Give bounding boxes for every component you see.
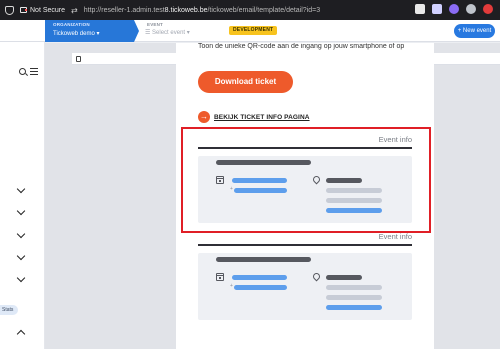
organization-label: ORGANIZATION — [53, 22, 90, 27]
security-label: Not Secure — [30, 6, 66, 14]
chevron-down-icon[interactable] — [16, 229, 26, 239]
security-indicator[interactable]: Not Secure — [20, 7, 65, 14]
shield-icon[interactable] — [5, 5, 14, 15]
browser-toolbar: Not Secure ⇄ http://reseller-1.admin.tes… — [0, 0, 500, 20]
chevron-down-icon[interactable] — [16, 273, 26, 283]
insecure-lock-icon — [20, 7, 27, 13]
extension-bar — [415, 4, 500, 14]
location-pin-icon — [311, 271, 322, 281]
download-ticket-button[interactable]: Download ticket — [198, 71, 293, 93]
url-prefix: http://reseller-1.admin.test — [83, 6, 165, 14]
organization-name: Tickoweb demo — [53, 31, 95, 37]
extension-icon[interactable] — [449, 4, 459, 14]
address-bar[interactable]: http://reseller-1.admin.test8.tickoweb.b… — [84, 7, 320, 14]
chevron-down-icon: ▾ — [186, 30, 190, 36]
arrow-right-icon: → — [198, 111, 210, 123]
event-info-card[interactable]: Event info + — [198, 232, 412, 320]
book-icon[interactable] — [76, 56, 81, 62]
extension-icon[interactable] — [432, 4, 442, 14]
placeholder-title-bar — [216, 256, 311, 262]
sidebar: Stats — [0, 42, 45, 349]
url-path: /tickoweb/email/template/detail?id=3 — [207, 6, 321, 14]
selection-highlight — [181, 127, 431, 233]
sidebar-item-stats[interactable]: Stats — [0, 305, 19, 315]
placeholder-add-calendar-bar — [234, 284, 287, 290]
ticket-info-link[interactable]: → BEKIJK TICKET INFO PAGINA — [198, 111, 310, 123]
placeholder-venue-bar — [326, 274, 362, 280]
permissions-icon[interactable]: ⇄ — [71, 6, 78, 15]
organization-value: Tickoweb demo ▾ — [53, 30, 99, 37]
extension-icon[interactable] — [415, 4, 425, 14]
organization-selector[interactable]: ORGANIZATION Tickoweb demo ▾ — [45, 20, 139, 42]
chevron-down-icon[interactable] — [16, 251, 26, 261]
placeholder-address-bar — [326, 284, 382, 290]
plus-icon: + — [230, 282, 233, 289]
placeholder-address-bar — [326, 294, 382, 300]
environment-badge: DEVELOPMENT — [229, 26, 278, 35]
event-placeholder: Select event — [152, 30, 186, 36]
event-info-title: Event info — [378, 232, 412, 241]
chevron-down-icon: ▾ — [96, 31, 100, 37]
event-label: EVENT — [147, 22, 164, 27]
new-event-button[interactable]: + New event — [454, 24, 495, 38]
extension-icon[interactable] — [466, 4, 476, 14]
menu-icon[interactable] — [30, 68, 38, 76]
chevron-up-icon[interactable] — [16, 329, 26, 339]
url-host: 8.tickoweb.be — [164, 6, 208, 14]
search-icon[interactable] — [19, 68, 26, 75]
event-selector[interactable]: ☰ Select event ▾ — [145, 29, 190, 36]
intro-text: Toon de unieke QR-code aan de ingang op … — [198, 43, 405, 50]
chevron-down-icon[interactable] — [16, 206, 26, 216]
chevron-down-icon[interactable] — [16, 184, 26, 194]
ticket-info-link-label: BEKIJK TICKET INFO PAGINA — [214, 113, 310, 121]
profile-icon[interactable] — [483, 4, 493, 14]
divider — [198, 244, 412, 246]
event-info-body: + — [198, 252, 412, 320]
list-icon: ☰ — [145, 30, 153, 36]
placeholder-map-link-bar — [326, 304, 382, 310]
placeholder-date-bar — [232, 274, 287, 280]
calendar-icon — [216, 272, 224, 281]
